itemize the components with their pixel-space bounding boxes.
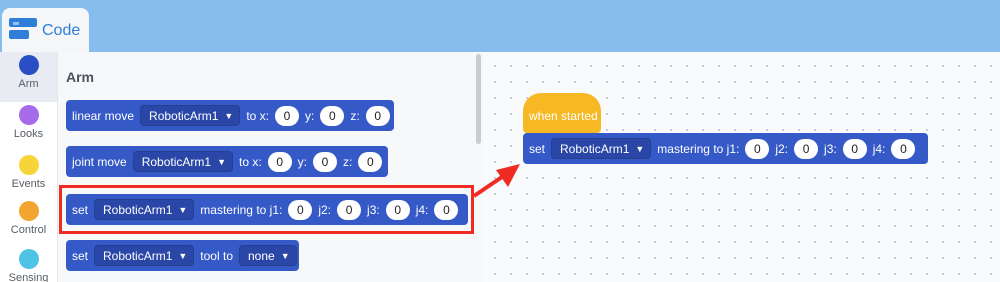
category-looks[interactable]: Looks — [0, 102, 57, 152]
z-input[interactable]: 0 — [358, 151, 383, 172]
j4-input[interactable]: 0 — [891, 138, 916, 159]
dropdown-arrow-icon: ▼ — [280, 250, 290, 261]
joint-move-label: joint move — [72, 154, 127, 169]
tool-dropdown[interactable]: none ▼ — [239, 245, 297, 266]
palette-title: Arm — [66, 69, 95, 85]
control-category-icon — [18, 201, 39, 221]
y-label: y: — [297, 154, 308, 169]
arm-dropdown[interactable]: RoboticArm1 ▼ — [140, 105, 241, 126]
z-label: z: — [350, 108, 360, 123]
dropdown-arrow-icon: ▼ — [224, 110, 234, 121]
tab-code[interactable]: Code — [2, 8, 89, 54]
category-events-label: Events — [11, 178, 46, 190]
arm-dropdown[interactable]: RoboticArm1 ▼ — [551, 138, 652, 159]
arm-dropdown-value: RoboticArm1 — [560, 141, 630, 156]
events-category-icon — [18, 155, 39, 175]
dropdown-arrow-icon: ▼ — [178, 250, 188, 261]
workspace-set-mastering-block[interactable]: set RoboticArm1 ▼ mastering to j1: 0 j2: … — [523, 133, 928, 164]
arm-dropdown[interactable]: RoboticArm1 ▼ — [94, 245, 195, 266]
linear-move-block[interactable]: linear move RoboticArm1 ▼ to x: 0 y: 0 z:… — [66, 100, 394, 131]
j4-label: j4: — [872, 141, 886, 156]
category-sensing-label: Sensing — [8, 272, 49, 282]
arm-dropdown[interactable]: RoboticArm1 ▼ — [132, 151, 233, 172]
arm-dropdown-value: RoboticArm1 — [141, 154, 212, 169]
looks-category-icon — [18, 105, 39, 125]
z-label: z: — [343, 154, 353, 169]
z-input[interactable]: 0 — [365, 105, 390, 126]
when-started-label: when started — [529, 109, 598, 123]
arm-category-icon — [18, 55, 39, 75]
category-sensing[interactable]: Sensing — [0, 246, 57, 282]
sensing-category-icon — [18, 249, 39, 269]
y-label: y: — [305, 108, 315, 123]
top-bar: Code — [0, 0, 1000, 54]
x-input[interactable]: 0 — [267, 151, 292, 172]
j2-input[interactable]: 0 — [794, 138, 819, 159]
arm-dropdown-value: RoboticArm1 — [149, 108, 219, 123]
set-label: set — [529, 141, 546, 156]
j3-input[interactable]: 0 — [842, 138, 867, 159]
to-x-label: to x: — [246, 108, 269, 123]
j3-label: j3: — [824, 141, 837, 156]
joint-move-block[interactable]: joint move RoboticArm1 ▼ to x: 0 y: 0 z: … — [66, 146, 388, 177]
when-started-hat-block[interactable]: when started — [523, 93, 601, 133]
x-input[interactable]: 0 — [275, 105, 299, 126]
y-input[interactable]: 0 — [320, 105, 345, 126]
category-looks-label: Looks — [13, 128, 44, 140]
tool-dropdown-value: none — [248, 248, 275, 263]
j1-input[interactable]: 0 — [745, 138, 770, 159]
category-control[interactable]: Control — [0, 198, 57, 248]
category-control-label: Control — [10, 224, 47, 236]
dropdown-arrow-icon: ▼ — [217, 156, 226, 167]
category-sidebar: Arm Looks Events Control Sensing — [0, 52, 58, 282]
tool-to-label: tool to — [200, 248, 233, 263]
mastering-label: mastering to j1: — [657, 141, 740, 156]
category-arm[interactable]: Arm — [0, 52, 57, 102]
highlight-box — [59, 185, 474, 234]
set-label: set — [72, 248, 89, 263]
set-tool-block[interactable]: set RoboticArm1 ▼ tool to none ▼ — [66, 240, 299, 271]
tab-code-label: Code — [42, 22, 81, 39]
palette-scrollbar[interactable] — [476, 54, 481, 144]
linear-move-label: linear move — [72, 108, 135, 123]
category-events[interactable]: Events — [0, 152, 57, 202]
arm-dropdown-value: RoboticArm1 — [103, 248, 173, 263]
y-input[interactable]: 0 — [313, 151, 338, 172]
j2-label: j2: — [775, 141, 789, 156]
dropdown-arrow-icon: ▼ — [635, 143, 645, 154]
script-workspace[interactable] — [483, 52, 1000, 282]
code-icon — [9, 17, 37, 45]
category-arm-label: Arm — [18, 78, 39, 90]
to-x-label: to x: — [238, 154, 262, 169]
